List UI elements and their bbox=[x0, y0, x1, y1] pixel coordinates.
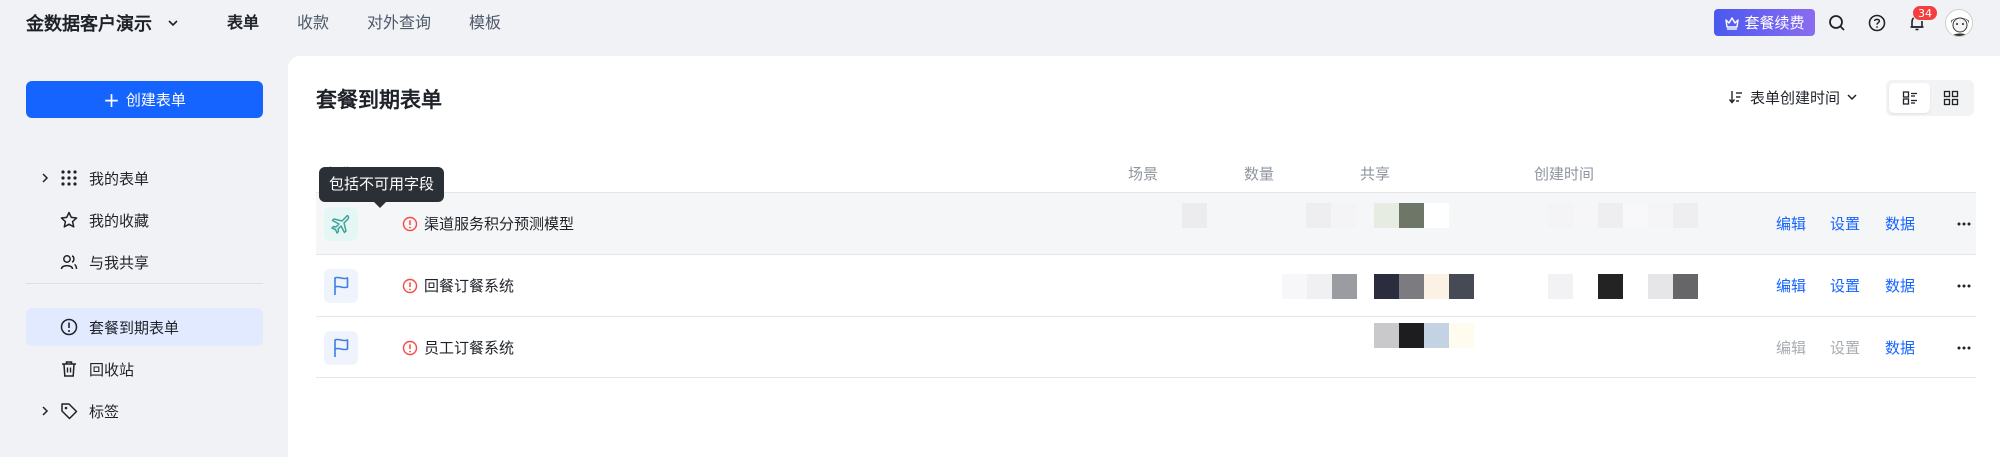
sidebar: + 创建表单 我的表单 我的收藏 与我共享 套餐到期表单 回收站 标签 bbox=[0, 46, 288, 457]
sort-label: 表单创建时间 bbox=[1750, 88, 1841, 107]
sort-icon bbox=[1728, 91, 1742, 104]
form-name[interactable]: 员工订餐系统 bbox=[424, 317, 514, 379]
alert-circle-icon[interactable] bbox=[402, 216, 418, 232]
trash-icon bbox=[62, 361, 76, 377]
edit-button[interactable]: 编辑 bbox=[1776, 317, 1806, 379]
alert-circle-icon[interactable] bbox=[402, 278, 418, 294]
create-form-label: 创建表单 bbox=[125, 91, 186, 109]
sort-dropdown[interactable]: 表单创建时间 bbox=[1728, 84, 1858, 110]
alert-circle-icon[interactable] bbox=[402, 340, 418, 356]
create-form-button[interactable]: + 创建表单 bbox=[26, 81, 263, 118]
grid-icon bbox=[61, 170, 77, 186]
nav-public-query[interactable]: 对外查询 bbox=[367, 10, 431, 36]
chevron-right-icon[interactable] bbox=[40, 405, 50, 417]
grid-view-button[interactable] bbox=[1930, 83, 1971, 113]
settings-button[interactable]: 设置 bbox=[1830, 193, 1860, 255]
sidebar-item-label: 与我共享 bbox=[89, 253, 150, 272]
sidebar-item-trash[interactable]: 回收站 bbox=[26, 350, 263, 388]
count-cell bbox=[1306, 203, 1356, 228]
column-count: 数量 bbox=[1244, 165, 1275, 183]
plus-icon: + bbox=[103, 87, 120, 112]
notification-badge: 34 bbox=[1912, 5, 1938, 21]
form-icon bbox=[324, 331, 358, 365]
sidebar-item-label: 标签 bbox=[89, 402, 120, 421]
help-icon[interactable] bbox=[1866, 12, 1888, 34]
data-button[interactable]: 数据 bbox=[1885, 255, 1915, 317]
renew-plan-button[interactable]: 套餐续费 bbox=[1714, 9, 1815, 36]
data-button[interactable]: 数据 bbox=[1885, 317, 1915, 379]
search-icon[interactable] bbox=[1826, 12, 1848, 34]
nav-payments[interactable]: 收款 bbox=[297, 10, 329, 36]
edit-button[interactable]: 编辑 bbox=[1776, 255, 1806, 317]
avatar-face-icon bbox=[1946, 10, 1972, 36]
table-row[interactable]: 渠道服务积分预测模型 编辑 设置 数据 bbox=[316, 192, 1976, 254]
created-at-cell bbox=[1548, 203, 1698, 228]
tag-icon bbox=[61, 403, 78, 420]
star-icon bbox=[60, 211, 78, 228]
grid-view-icon bbox=[1943, 90, 1958, 106]
scene-cell bbox=[1182, 203, 1207, 228]
sidebar-item-tags[interactable]: 标签 bbox=[26, 392, 263, 430]
sidebar-item-favorites[interactable]: 我的收藏 bbox=[26, 201, 263, 239]
sidebar-item-label: 套餐到期表单 bbox=[89, 318, 180, 337]
shared-cell bbox=[1374, 274, 1474, 299]
shared-cell bbox=[1374, 203, 1449, 228]
nav-forms[interactable]: 表单 bbox=[227, 10, 259, 36]
edit-button[interactable]: 编辑 bbox=[1776, 193, 1806, 255]
sidebar-item-expiring-forms[interactable]: 套餐到期表单 bbox=[26, 308, 263, 346]
sidebar-item-label: 我的收藏 bbox=[89, 211, 150, 230]
sidebar-item-shared[interactable]: 与我共享 bbox=[26, 243, 263, 281]
more-icon[interactable] bbox=[1956, 217, 1972, 231]
chevron-down-icon bbox=[1847, 94, 1857, 101]
form-icon bbox=[324, 207, 358, 241]
nav-templates[interactable]: 模板 bbox=[469, 10, 501, 36]
column-created-at: 创建时间 bbox=[1534, 165, 1595, 183]
list-view-button[interactable] bbox=[1889, 83, 1930, 113]
shared-cell bbox=[1374, 323, 1474, 348]
renew-label: 套餐续费 bbox=[1744, 14, 1805, 32]
table-row[interactable]: 回餐订餐系统 编辑 设置 数据 bbox=[316, 254, 1976, 316]
more-icon[interactable] bbox=[1956, 279, 1972, 293]
form-icon bbox=[324, 269, 358, 303]
table-row[interactable]: 员工订餐系统 编辑 设置 数据 bbox=[316, 316, 1976, 378]
sidebar-item-label: 回收站 bbox=[89, 360, 135, 379]
more-icon[interactable] bbox=[1956, 341, 1972, 355]
workspace-name: 金数据客户演示 bbox=[26, 14, 152, 35]
settings-button[interactable]: 设置 bbox=[1830, 255, 1860, 317]
form-name[interactable]: 回餐订餐系统 bbox=[424, 255, 514, 317]
list-view-icon bbox=[1902, 91, 1917, 105]
alert-circle-icon bbox=[60, 318, 78, 336]
chevron-right-icon[interactable] bbox=[40, 172, 50, 184]
count-cell bbox=[1282, 274, 1357, 299]
avatar[interactable] bbox=[1945, 9, 1973, 37]
sidebar-divider bbox=[26, 283, 263, 284]
column-scene: 场景 bbox=[1128, 165, 1159, 183]
sidebar-item-my-forms[interactable]: 我的表单 bbox=[26, 159, 263, 197]
chevron-down-icon bbox=[168, 20, 178, 27]
settings-button[interactable]: 设置 bbox=[1830, 317, 1860, 379]
page-title: 套餐到期表单 bbox=[316, 88, 442, 112]
crown-icon bbox=[1725, 16, 1740, 30]
plane-icon bbox=[331, 214, 350, 234]
users-icon bbox=[60, 255, 78, 270]
main-content: 套餐到期表单 表单创建时间 名称 场景 数量 共享 创建时间 渠道服务积分预测模… bbox=[288, 56, 2000, 457]
data-button[interactable]: 数据 bbox=[1885, 193, 1915, 255]
flag-icon bbox=[334, 276, 349, 295]
top-bar: 金数据客户演示 表单 收款 对外查询 模板 套餐续费 34 bbox=[0, 0, 2000, 46]
form-name[interactable]: 渠道服务积分预测模型 bbox=[424, 193, 574, 255]
sidebar-item-label: 我的表单 bbox=[89, 169, 150, 188]
view-toggle bbox=[1886, 80, 1974, 116]
table-header: 名称 场景 数量 共享 创建时间 bbox=[316, 156, 1976, 192]
tooltip: 包括不可用字段 bbox=[319, 167, 445, 208]
created-at-cell bbox=[1548, 274, 1698, 299]
workspace-switcher[interactable]: 金数据客户演示 bbox=[26, 10, 180, 36]
top-nav: 表单 收款 对外查询 模板 bbox=[227, 10, 539, 36]
flag-icon bbox=[334, 338, 349, 357]
column-shared: 共享 bbox=[1360, 165, 1391, 183]
